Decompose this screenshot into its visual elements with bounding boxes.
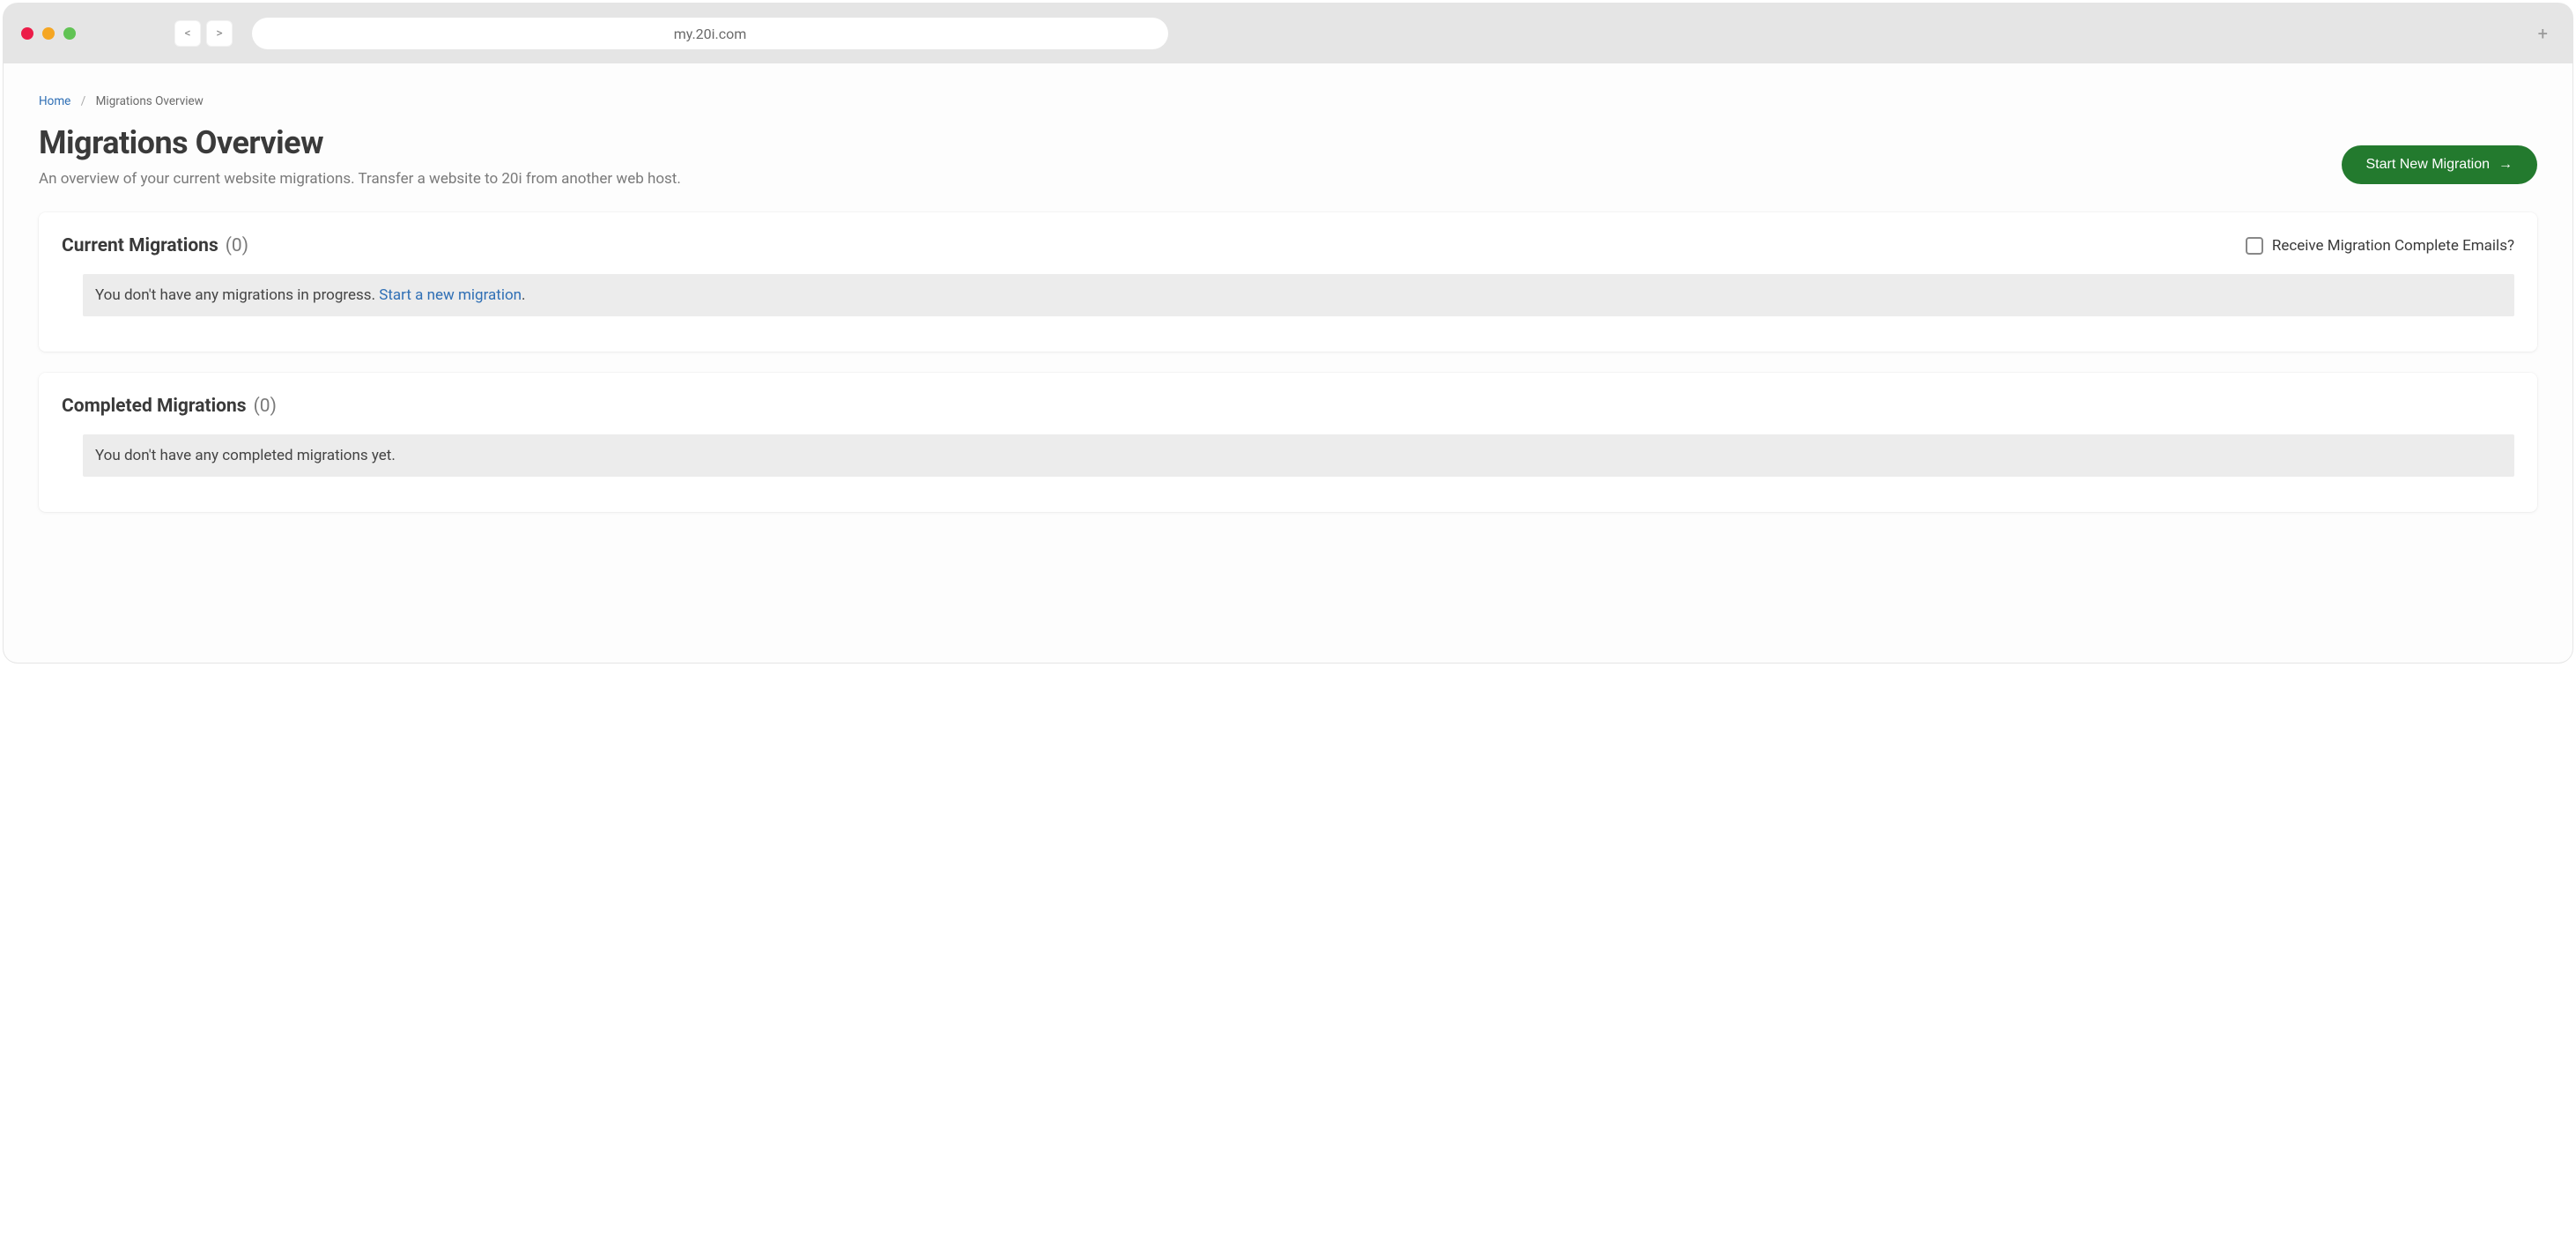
nav-forward-button[interactable]: > (206, 20, 233, 47)
page-header-text: Migrations Overview An overview of your … (39, 124, 681, 188)
arrow-right-icon: → (2498, 157, 2513, 173)
breadcrumb-separator: / (81, 94, 86, 108)
receive-emails-label: Receive Migration Complete Emails? (2272, 237, 2514, 255)
page-header: Migrations Overview An overview of your … (39, 124, 2537, 188)
current-migrations-title: Current Migrations (0) (62, 235, 248, 256)
close-window-icon[interactable] (21, 27, 33, 40)
breadcrumb-current: Migrations Overview (96, 94, 204, 108)
new-tab-button[interactable]: + (2531, 23, 2555, 44)
maximize-window-icon[interactable] (63, 27, 76, 40)
breadcrumb: Home / Migrations Overview (39, 94, 2537, 108)
completed-migrations-title: Completed Migrations (0) (62, 396, 277, 417)
browser-window: < > my.20i.com + Home / Migrations Overv… (4, 4, 2572, 663)
completed-migrations-title-text: Completed Migrations (62, 396, 247, 417)
current-migrations-title-text: Current Migrations (62, 235, 218, 256)
nav-back-button[interactable]: < (174, 20, 201, 47)
page-content: Home / Migrations Overview Migrations Ov… (4, 63, 2572, 663)
start-new-migration-label: Start New Migration (2366, 157, 2491, 173)
page-title: Migrations Overview (39, 124, 681, 161)
completed-migrations-header: Completed Migrations (0) (62, 396, 2514, 417)
current-migrations-empty-banner: You don't have any migrations in progres… (83, 274, 2514, 316)
completed-migrations-card: Completed Migrations (0) You don't have … (39, 373, 2537, 512)
start-new-migration-link[interactable]: Start a new migration (379, 286, 522, 304)
nav-buttons: < > (174, 20, 233, 47)
minimize-window-icon[interactable] (42, 27, 55, 40)
completed-migrations-count: (0) (254, 396, 277, 417)
current-migrations-card: Current Migrations (0) Receive Migration… (39, 212, 2537, 352)
traffic-lights (21, 27, 76, 40)
start-new-migration-button[interactable]: Start New Migration → (2342, 145, 2538, 184)
receive-emails-checkbox[interactable]: Receive Migration Complete Emails? (2246, 237, 2514, 255)
completed-migrations-empty-banner: You don't have any completed migrations … (83, 434, 2514, 477)
checkbox-icon (2246, 237, 2263, 255)
current-migrations-count: (0) (226, 235, 248, 256)
browser-titlebar: < > my.20i.com + (4, 4, 2572, 63)
page-subtitle: An overview of your current website migr… (39, 170, 681, 188)
empty-banner-suffix: . (522, 286, 525, 304)
url-bar[interactable]: my.20i.com (252, 18, 1168, 49)
breadcrumb-home-link[interactable]: Home (39, 94, 70, 108)
current-migrations-header: Current Migrations (0) Receive Migration… (62, 235, 2514, 256)
completed-empty-banner-text: You don't have any completed migrations … (95, 447, 396, 464)
empty-banner-text: You don't have any migrations in progres… (95, 286, 379, 304)
